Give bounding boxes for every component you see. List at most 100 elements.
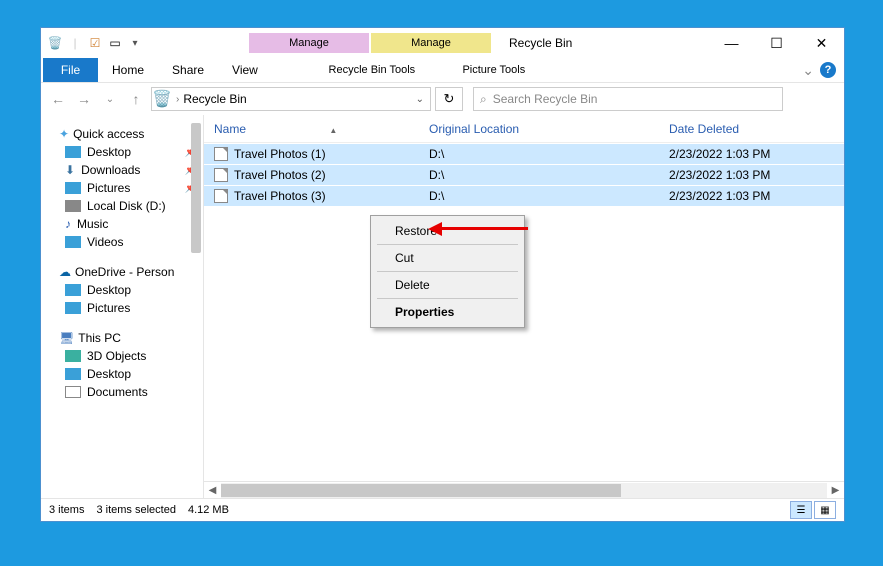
home-tab[interactable]: Home — [98, 63, 158, 77]
address-bar[interactable]: 🗑️ › Recycle Bin ⌄ — [151, 87, 431, 111]
recycle-bin-icon: 🗑️ — [47, 35, 63, 51]
qat-dropdown-icon[interactable]: ▾ — [127, 35, 143, 51]
drive-icon — [65, 200, 81, 212]
desktop-icon — [65, 146, 81, 158]
maximize-button[interactable]: ☐ — [754, 29, 799, 57]
file-date-deleted: 2/23/2022 1:03 PM — [669, 168, 844, 182]
file-name: Travel Photos (3) — [234, 189, 326, 203]
navigation-bar: ← → ⌄ ↑ 🗑️ › Recycle Bin ⌄ ↻ ⌕ Search Re… — [41, 83, 844, 115]
sidebar-item-label: Pictures — [87, 181, 130, 195]
scroll-right-icon[interactable]: ▶ — [827, 485, 844, 496]
file-date-deleted: 2/23/2022 1:03 PM — [669, 147, 844, 161]
onedrive-icon: ☁ — [59, 265, 71, 279]
star-icon: ✦ — [59, 127, 69, 141]
sidebar-item-downloads[interactable]: ⬇ Downloads 📌 — [41, 161, 203, 179]
column-original-location[interactable]: Original Location — [429, 122, 669, 136]
navigation-pane: ✦ Quick access Desktop 📌 ⬇ Downloads 📌 P… — [41, 115, 204, 498]
sidebar-item-this-pc[interactable]: 🖥 This PC — [41, 329, 203, 347]
chevron-right-icon[interactable]: › — [172, 94, 183, 105]
forward-button[interactable]: → — [73, 88, 95, 110]
window-controls: — ☐ ✕ — [709, 29, 844, 57]
sidebar-item-onedrive-pictures[interactable]: Pictures — [41, 299, 203, 317]
file-name: Travel Photos (2) — [234, 168, 326, 182]
sidebar-item-onedrive-desktop[interactable]: Desktop — [41, 281, 203, 299]
details-view-button[interactable]: ☰ — [790, 501, 812, 519]
column-headers: Name ▲ Original Location Date Deleted — [204, 115, 844, 143]
sidebar-item-music[interactable]: ♪ Music — [41, 215, 203, 233]
sidebar-item-onedrive[interactable]: ☁ OneDrive - Person — [41, 263, 203, 281]
column-label: Name — [214, 122, 246, 136]
address-segment[interactable]: Recycle Bin — [183, 92, 246, 106]
file-name: Travel Photos (1) — [234, 147, 326, 161]
quick-access-toolbar: 🗑️ | ☑ ▭ ▾ — [41, 35, 149, 51]
statusbar: 3 items 3 items selected 4.12 MB ☰ ▦ — [41, 498, 844, 521]
search-input[interactable]: ⌕ Search Recycle Bin — [473, 87, 783, 111]
context-delete[interactable]: Delete — [377, 272, 518, 299]
folder-icon[interactable]: ▭ — [107, 35, 123, 51]
sidebar-item-desktop[interactable]: Desktop 📌 — [41, 143, 203, 161]
context-properties[interactable]: Properties — [377, 299, 518, 325]
up-button[interactable]: ↑ — [125, 88, 147, 110]
column-name[interactable]: Name ▲ — [204, 122, 429, 136]
sidebar-item-thispc-desktop[interactable]: Desktop — [41, 365, 203, 383]
contextual-tab-labels: Recycle Bin Tools Picture Tools — [312, 64, 554, 76]
horizontal-scrollbar[interactable]: ◀ ▶ — [204, 481, 844, 498]
videos-icon — [65, 236, 81, 248]
table-row[interactable]: Travel Photos (1) D:\ 2/23/2022 1:03 PM — [204, 143, 844, 164]
music-icon: ♪ — [65, 217, 71, 231]
context-cut[interactable]: Cut — [377, 245, 518, 272]
sort-ascending-icon: ▲ — [329, 126, 337, 135]
sidebar-item-label: Downloads — [81, 163, 140, 177]
scroll-thumb[interactable] — [221, 484, 621, 497]
sidebar-item-3d-objects[interactable]: 3D Objects — [41, 347, 203, 365]
search-icon: ⌕ — [480, 92, 487, 107]
view-tab[interactable]: View — [218, 63, 272, 77]
sidebar-item-label: OneDrive - Person — [75, 265, 174, 279]
this-pc-icon: 🖥 — [59, 331, 74, 345]
3d-objects-icon — [65, 350, 81, 362]
table-row[interactable]: Travel Photos (3) D:\ 2/23/2022 1:03 PM — [204, 185, 844, 206]
window-title: Recycle Bin — [509, 36, 572, 50]
file-original-location: D:\ — [429, 189, 669, 203]
help-icon[interactable]: ? — [820, 62, 836, 78]
sidebar-item-label: Desktop — [87, 367, 131, 381]
sidebar-item-quick-access[interactable]: ✦ Quick access — [41, 125, 203, 143]
recyclebin-tools-tab[interactable]: Recycle Bin Tools — [312, 64, 432, 76]
sidebar-item-documents[interactable]: Documents — [41, 383, 203, 401]
address-dropdown-icon[interactable]: ⌄ — [410, 94, 430, 105]
sidebar-item-local-disk[interactable]: Local Disk (D:) — [41, 197, 203, 215]
desktop-icon — [65, 368, 81, 380]
properties-icon[interactable]: ☑ — [87, 35, 103, 51]
ribbon-right: ? — [802, 62, 844, 79]
file-tab[interactable]: File — [43, 58, 98, 82]
close-button[interactable]: ✕ — [799, 29, 844, 57]
scroll-left-icon[interactable]: ◀ — [204, 485, 221, 496]
view-mode-toggles: ☰ ▦ — [790, 501, 836, 519]
table-row[interactable]: Travel Photos (2) D:\ 2/23/2022 1:03 PM — [204, 164, 844, 185]
sidebar-item-label: This PC — [78, 331, 121, 345]
status-size: 4.12 MB — [188, 504, 229, 516]
titlebar: 🗑️ | ☑ ▭ ▾ Manage Manage Recycle Bin — ☐… — [41, 28, 844, 58]
contextual-tab-recyclebin[interactable]: Manage — [249, 33, 369, 53]
file-list: Travel Photos (1) D:\ 2/23/2022 1:03 PM … — [204, 143, 844, 206]
sidebar-scrollbar[interactable] — [191, 123, 201, 253]
back-button[interactable]: ← — [47, 88, 69, 110]
file-icon — [214, 147, 228, 161]
picture-tools-tab[interactable]: Picture Tools — [434, 64, 554, 76]
minimize-button[interactable]: — — [709, 29, 754, 57]
column-date-deleted[interactable]: Date Deleted — [669, 122, 844, 136]
documents-icon — [65, 386, 81, 398]
context-restore[interactable]: Restore — [377, 218, 518, 245]
recent-dropdown-icon[interactable]: ⌄ — [99, 88, 121, 110]
sidebar-item-videos[interactable]: Videos — [41, 233, 203, 251]
sidebar-item-label: 3D Objects — [87, 349, 146, 363]
sidebar-item-label: Quick access — [73, 127, 144, 141]
contextual-tab-picture[interactable]: Manage — [371, 33, 491, 53]
ribbon-collapse-icon[interactable] — [802, 62, 814, 79]
this-pc-group: 🖥 This PC 3D Objects Desktop Documents — [41, 329, 203, 401]
icons-view-button[interactable]: ▦ — [814, 501, 836, 519]
refresh-button[interactable]: ↻ — [435, 87, 463, 111]
sidebar-item-pictures[interactable]: Pictures 📌 — [41, 179, 203, 197]
share-tab[interactable]: Share — [158, 63, 218, 77]
scroll-track[interactable] — [221, 483, 827, 498]
